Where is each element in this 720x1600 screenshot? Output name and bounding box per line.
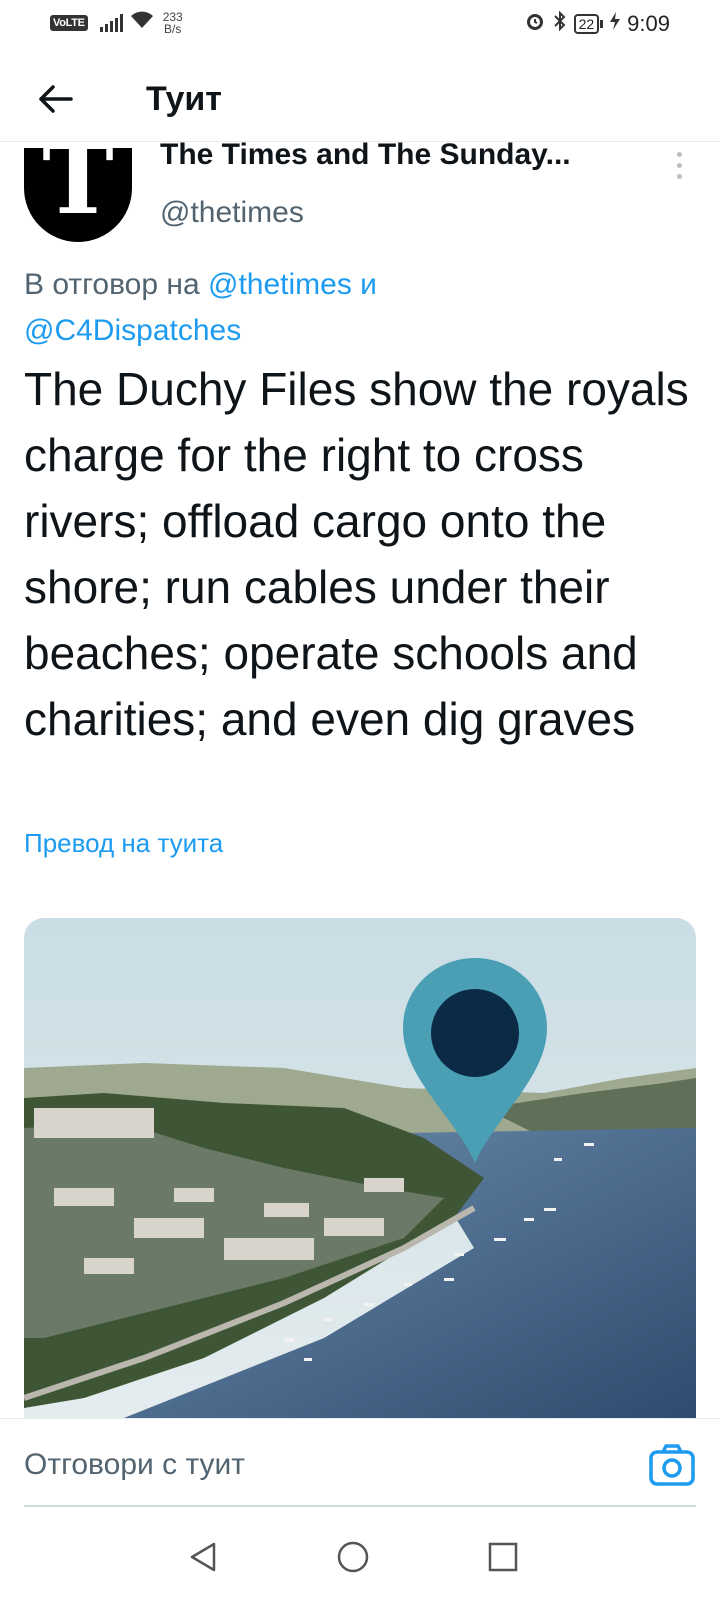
camera-button[interactable]: [648, 1443, 696, 1487]
back-triangle-icon: [190, 1542, 216, 1572]
camera-icon: [649, 1444, 695, 1486]
mention-link[interactable]: @thetimes: [208, 268, 352, 301]
tweet-author: T The Times and The Sunday... @thetimes: [0, 142, 720, 250]
nav-home-button[interactable]: [328, 1532, 378, 1582]
speed-value: 233: [162, 9, 183, 24]
tweet-media[interactable]: [24, 918, 696, 1418]
translate-tweet-link[interactable]: Превод на туита: [24, 828, 223, 859]
bluetooth-icon: [552, 10, 568, 38]
nav-recents-button[interactable]: [478, 1532, 528, 1582]
reply-prefix: В отговор на: [24, 268, 200, 301]
nav-back-button[interactable]: [178, 1532, 228, 1582]
recents-square-icon: [488, 1542, 518, 1572]
battery-level: 22: [573, 14, 600, 34]
avatar[interactable]: T: [24, 148, 132, 242]
reply-input-underline: [24, 1505, 696, 1507]
network-speed: 233 B/s: [163, 11, 183, 35]
status-right: 22 9:09: [524, 10, 670, 38]
clock: 9:09: [627, 11, 670, 36]
more-options-button[interactable]: [664, 152, 694, 192]
charging-icon: [609, 11, 621, 37]
top-app-bar: Туит: [0, 52, 720, 142]
more-icon: [676, 152, 682, 157]
mention-link[interactable]: @C4Dispatches: [24, 314, 241, 347]
volte-badge: VoLTE: [50, 14, 88, 31]
reply-context: В отговор на @thetimes и @C4Dispatches: [24, 262, 684, 354]
alarm-icon: [524, 10, 546, 38]
speed-unit: B/s: [164, 21, 182, 36]
media-image: [24, 918, 696, 1418]
reply-composer: Отговори с туит: [0, 1418, 720, 1514]
wifi-icon: [129, 10, 155, 35]
reply-conjunction: и: [360, 268, 377, 301]
status-left: VoLTE 233 B/s: [50, 10, 183, 35]
back-button[interactable]: [30, 74, 80, 124]
home-circle-icon: [337, 1541, 369, 1573]
status-bar: VoLTE 233 B/s 22 9:09: [0, 0, 720, 52]
avatar-logo: T: [42, 148, 114, 236]
reply-input[interactable]: Отговори с туит: [24, 1433, 624, 1497]
author-handle[interactable]: @thetimes: [160, 196, 304, 230]
author-name[interactable]: The Times and The Sunday...: [160, 142, 571, 172]
arrow-left-icon: [39, 85, 73, 113]
battery-icon: 22: [573, 14, 604, 34]
system-navigation-bar: [0, 1514, 720, 1600]
tweet-text: The Duchy Files show the royals charge f…: [24, 363, 689, 745]
page-title: Туит: [146, 80, 222, 118]
signal-icon: [99, 13, 123, 32]
